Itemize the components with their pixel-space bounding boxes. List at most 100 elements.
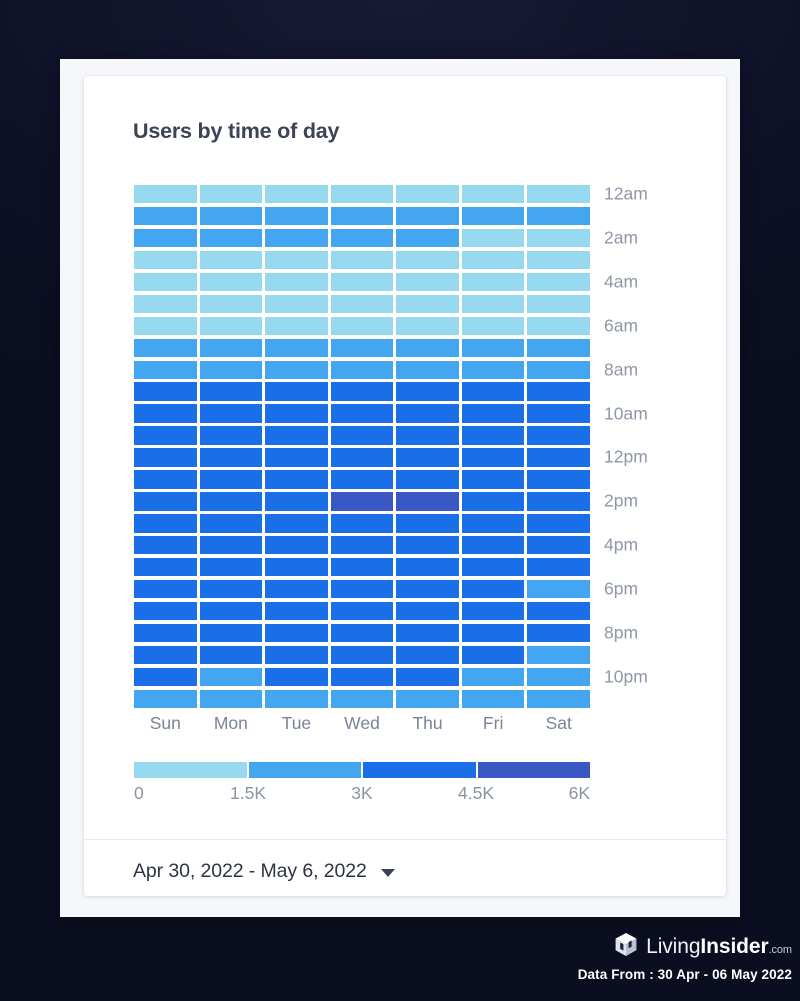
heatmap-cell[interactable]	[527, 382, 590, 401]
heatmap-cell[interactable]	[396, 536, 459, 555]
heatmap-cell[interactable]	[134, 536, 197, 555]
heatmap-cell[interactable]	[134, 426, 197, 445]
heatmap-cell[interactable]	[461, 404, 525, 423]
heatmap-cell[interactable]	[330, 250, 394, 270]
heatmap-cell[interactable]	[134, 645, 197, 665]
heatmap-cell[interactable]	[265, 294, 328, 314]
heatmap-cell[interactable]	[199, 206, 263, 226]
heatmap-cell[interactable]	[199, 492, 263, 511]
heatmap-cell[interactable]	[265, 382, 328, 401]
heatmap-cell[interactable]	[199, 360, 263, 379]
heatmap-cell[interactable]	[461, 601, 525, 621]
heatmap-cell[interactable]	[265, 579, 328, 599]
heatmap-cell[interactable]	[265, 492, 328, 511]
heatmap-cell[interactable]	[265, 338, 328, 357]
heatmap-cell[interactable]	[527, 579, 590, 599]
heatmap-cell[interactable]	[330, 557, 394, 577]
heatmap-cell[interactable]	[527, 689, 590, 708]
heatmap-cell[interactable]	[396, 514, 459, 533]
heatmap-cell[interactable]	[265, 360, 328, 379]
heatmap-cell[interactable]	[330, 338, 394, 357]
heatmap-cell[interactable]	[461, 557, 525, 577]
heatmap-cell[interactable]	[134, 294, 197, 314]
heatmap-cell[interactable]	[330, 514, 394, 533]
heatmap-cell[interactable]	[396, 579, 459, 599]
heatmap-cell[interactable]	[134, 316, 197, 336]
heatmap-cell[interactable]	[396, 426, 459, 445]
heatmap-cell[interactable]	[527, 272, 590, 292]
heatmap-cell[interactable]	[396, 492, 459, 511]
heatmap-cell[interactable]	[199, 623, 263, 643]
heatmap-cell[interactable]	[396, 404, 459, 423]
heatmap-cell[interactable]	[199, 185, 263, 204]
heatmap-cell[interactable]	[330, 272, 394, 292]
heatmap-cell[interactable]	[265, 689, 328, 708]
heatmap-cell[interactable]	[134, 623, 197, 643]
heatmap-cell[interactable]	[461, 360, 525, 379]
heatmap-cell[interactable]	[134, 206, 197, 226]
heatmap-cell[interactable]	[461, 382, 525, 401]
heatmap-cell[interactable]	[396, 470, 459, 489]
heatmap-cell[interactable]	[199, 448, 263, 467]
heatmap-cell[interactable]	[265, 470, 328, 489]
heatmap-cell[interactable]	[199, 250, 263, 270]
heatmap-cell[interactable]	[461, 470, 525, 489]
heatmap-cell[interactable]	[265, 667, 328, 687]
heatmap-cell[interactable]	[527, 492, 590, 511]
heatmap-cell[interactable]	[199, 601, 263, 621]
heatmap-cell[interactable]	[134, 689, 197, 708]
heatmap-cell[interactable]	[396, 272, 459, 292]
heatmap-cell[interactable]	[527, 185, 590, 204]
heatmap-cell[interactable]	[265, 250, 328, 270]
heatmap-cell[interactable]	[134, 338, 197, 357]
heatmap-cell[interactable]	[461, 514, 525, 533]
heatmap-cell[interactable]	[134, 272, 197, 292]
heatmap-cell[interactable]	[330, 645, 394, 665]
heatmap-cell[interactable]	[199, 579, 263, 599]
heatmap-cell[interactable]	[134, 360, 197, 379]
heatmap-cell[interactable]	[330, 601, 394, 621]
heatmap-cell[interactable]	[461, 228, 525, 248]
heatmap-cell[interactable]	[396, 557, 459, 577]
heatmap-cell[interactable]	[199, 667, 263, 687]
heatmap-cell[interactable]	[461, 623, 525, 643]
heatmap-cell[interactable]	[134, 667, 197, 687]
heatmap-cell[interactable]	[527, 404, 590, 423]
heatmap-cell[interactable]	[396, 689, 459, 708]
heatmap-cell[interactable]	[199, 514, 263, 533]
heatmap-cell[interactable]	[396, 645, 459, 665]
heatmap-cell[interactable]	[330, 294, 394, 314]
heatmap-cell[interactable]	[265, 206, 328, 226]
heatmap-cell[interactable]	[330, 185, 394, 204]
heatmap-cell[interactable]	[134, 228, 197, 248]
heatmap-cell[interactable]	[527, 316, 590, 336]
heatmap-cell[interactable]	[265, 623, 328, 643]
heatmap-cell[interactable]	[527, 338, 590, 357]
heatmap-cell[interactable]	[461, 645, 525, 665]
heatmap-cell[interactable]	[134, 601, 197, 621]
heatmap-cell[interactable]	[134, 492, 197, 511]
heatmap-cell[interactable]	[265, 514, 328, 533]
heatmap-cell[interactable]	[527, 206, 590, 226]
heatmap-cell[interactable]	[134, 448, 197, 467]
heatmap-cell[interactable]	[461, 185, 525, 204]
heatmap-cell[interactable]	[134, 250, 197, 270]
heatmap-cell[interactable]	[330, 316, 394, 336]
heatmap-cell[interactable]	[396, 316, 459, 336]
heatmap-cell[interactable]	[330, 360, 394, 379]
heatmap-cell[interactable]	[265, 316, 328, 336]
heatmap-cell[interactable]	[330, 448, 394, 467]
heatmap-cell[interactable]	[265, 448, 328, 467]
heatmap-cell[interactable]	[199, 689, 263, 708]
heatmap-cell[interactable]	[265, 404, 328, 423]
heatmap-cell[interactable]	[461, 667, 525, 687]
heatmap-cell[interactable]	[527, 623, 590, 643]
heatmap-cell[interactable]	[396, 448, 459, 467]
heatmap-cell[interactable]	[330, 579, 394, 599]
heatmap-cell[interactable]	[461, 579, 525, 599]
heatmap-cell[interactable]	[527, 601, 590, 621]
heatmap-cell[interactable]	[396, 667, 459, 687]
heatmap-cell[interactable]	[396, 382, 459, 401]
heatmap-cell[interactable]	[265, 601, 328, 621]
heatmap-cell[interactable]	[199, 426, 263, 445]
